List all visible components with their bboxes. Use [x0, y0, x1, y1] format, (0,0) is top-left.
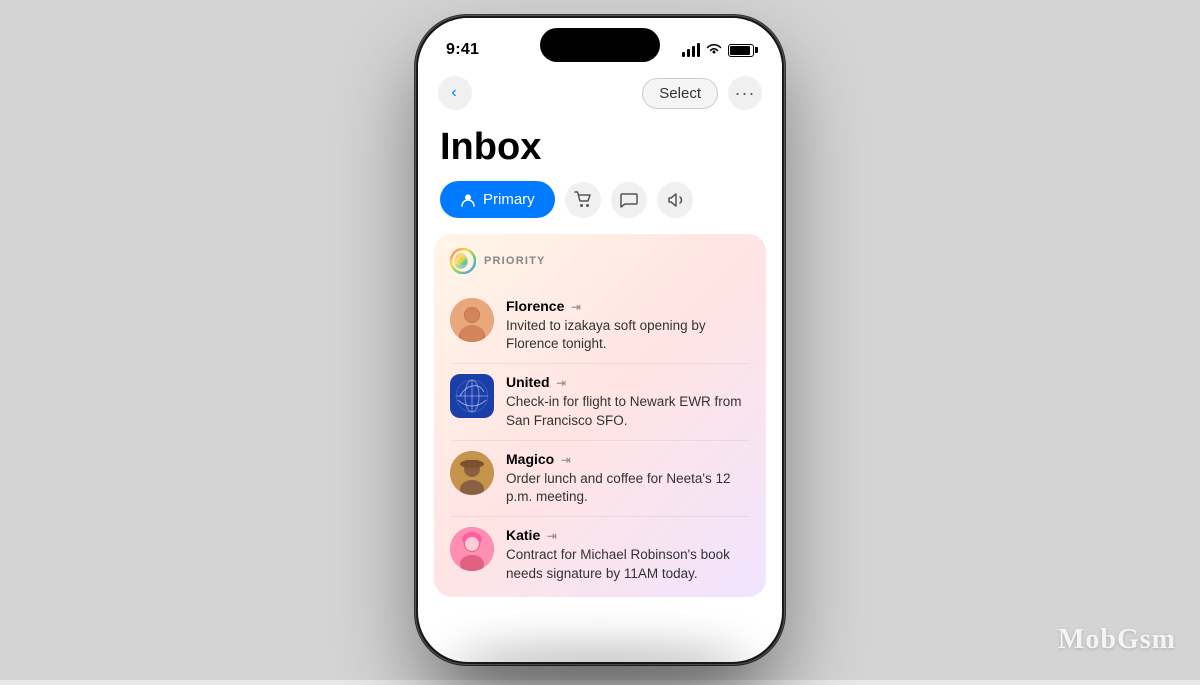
summary-icon: ⇥	[561, 453, 571, 467]
back-button[interactable]: ‹	[438, 76, 472, 110]
megaphone-icon	[666, 191, 684, 209]
tab-social[interactable]	[611, 182, 647, 218]
email-content: Magico ⇥ Order lunch and coffee for Neet…	[506, 451, 750, 506]
tab-primary[interactable]: Primary	[440, 181, 555, 218]
signal-bars-icon	[682, 43, 700, 57]
bubble-icon	[620, 191, 638, 209]
priority-icon	[450, 248, 476, 274]
person-icon	[460, 192, 476, 208]
email-sender: United	[506, 374, 550, 390]
status-icons	[682, 42, 754, 58]
email-content: Katie ⇥ Contract for Michael Robinson's …	[506, 527, 750, 582]
dynamic-island	[540, 28, 660, 62]
phone-frame: 9:41	[415, 15, 785, 665]
priority-header: PRIORITY	[450, 248, 750, 274]
wifi-icon	[706, 42, 722, 58]
priority-label: PRIORITY	[484, 255, 546, 267]
email-item[interactable]: United ⇥ Check-in for flight to Newark E…	[450, 364, 750, 440]
summary-icon: ⇥	[571, 300, 581, 314]
email-sender: Katie	[506, 527, 540, 543]
avatar	[450, 374, 494, 418]
filter-tabs: Primary	[418, 181, 782, 234]
page-title: Inbox	[418, 118, 782, 181]
watermark: MobGsm	[1058, 624, 1176, 656]
summary-icon: ⇥	[547, 529, 557, 543]
avatar	[450, 451, 494, 495]
nav-actions: Select ···	[642, 76, 762, 110]
email-sender: Magico	[506, 451, 554, 467]
tab-shopping[interactable]	[565, 182, 601, 218]
email-item[interactable]: Magico ⇥ Order lunch and coffee for Neet…	[450, 441, 750, 517]
email-sender: Florence	[506, 298, 564, 314]
tab-updates[interactable]	[657, 182, 693, 218]
phone-screen: 9:41	[418, 18, 782, 662]
email-item[interactable]: Florence ⇥ Invited to izakaya soft openi…	[450, 288, 750, 364]
battery-icon	[728, 44, 754, 57]
avatar	[450, 298, 494, 342]
select-button[interactable]: Select	[642, 78, 718, 109]
cart-icon	[574, 191, 592, 209]
tab-primary-label: Primary	[483, 191, 535, 208]
status-bar: 9:41	[418, 18, 782, 68]
priority-section: PRIORITY Florence	[434, 234, 766, 597]
more-button[interactable]: ···	[728, 76, 762, 110]
back-chevron-icon: ‹	[451, 84, 456, 102]
email-content: Florence ⇥ Invited to izakaya soft openi…	[506, 298, 750, 353]
status-time: 9:41	[446, 41, 479, 59]
email-content: United ⇥ Check-in for flight to Newark E…	[506, 374, 750, 429]
email-preview: Contract for Michael Robinson's book nee…	[506, 546, 750, 582]
summary-icon: ⇥	[556, 376, 566, 390]
email-item[interactable]: Katie ⇥ Contract for Michael Robinson's …	[450, 517, 750, 582]
scene: 9:41	[0, 0, 1200, 680]
nav-bar: ‹ Select ···	[418, 68, 782, 118]
email-preview: Order lunch and coffee for Neeta's 12 p.…	[506, 470, 750, 506]
email-preview: Invited to izakaya soft opening by Flore…	[506, 317, 750, 353]
email-preview: Check-in for flight to Newark EWR from S…	[506, 393, 750, 429]
avatar	[450, 527, 494, 571]
